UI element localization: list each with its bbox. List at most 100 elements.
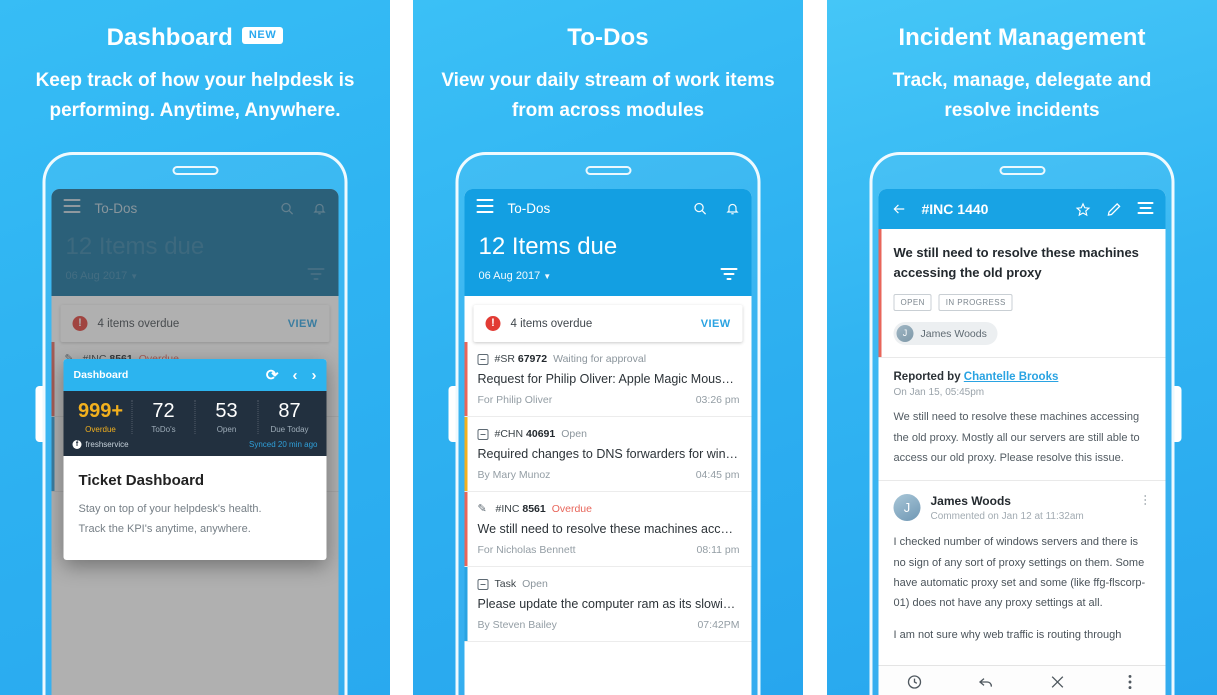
item-time: 04:45 pm: [695, 469, 740, 481]
phone-mockup: To-Dos 12 Items due 06 Aug 2017 ▼ ! 4 it…: [448, 152, 761, 695]
overdue-banner[interactable]: ! 4 items overdue VIEW: [473, 305, 743, 342]
reported-by-section: Reported by Chantelle Brooks On Jan 15, …: [878, 358, 1166, 482]
kpi-value: 53: [215, 400, 238, 422]
kpi-overdue: 999+ Overdue: [70, 400, 133, 434]
more-button[interactable]: MORE: [1094, 674, 1166, 695]
list-item[interactable]: ✎ #INC 8561 Overdue We still need to res…: [464, 492, 752, 567]
item-owner: By Mary Munoz: [477, 469, 551, 481]
hero-incident: Incident Management Track, manage, deleg…: [827, 0, 1217, 127]
reply-button[interactable]: REPLY: [950, 674, 1022, 695]
chevron-right-icon[interactable]: ›: [312, 367, 317, 384]
view-button[interactable]: VIEW: [701, 318, 731, 330]
phone-speaker: [999, 166, 1045, 175]
list-item[interactable]: #SR 67972 Waiting for approval Request f…: [464, 342, 752, 417]
todo-list: ! 4 items overdue VIEW #SR 67972 Waiting…: [464, 305, 752, 642]
avatar: J: [896, 325, 914, 343]
hero-subtitle: Track, manage, delegate and resolve inci…: [892, 70, 1152, 122]
brand-logo: f freshservice: [72, 440, 129, 449]
list-icon[interactable]: [1137, 201, 1154, 217]
phone-side-button: [35, 386, 43, 442]
kpi-label: Overdue: [85, 425, 116, 434]
pencil-icon[interactable]: [1107, 202, 1122, 217]
item-title: Request for Philip Oliver: Apple Magic M…: [477, 372, 740, 386]
hero-subtitle: View your daily stream of work items fro…: [441, 70, 775, 122]
panel-todos: To-Dos View your daily stream of work it…: [413, 0, 803, 695]
chevron-left-icon[interactable]: ‹: [293, 367, 298, 384]
incident-id: #INC 1440: [921, 201, 989, 217]
promo-description: Stay on top of your helpdesk's health. T…: [79, 499, 312, 540]
promo-body: Ticket Dashboard Stay on top of your hel…: [64, 456, 327, 560]
promo-line-1: Stay on top of your helpdesk's health.: [78, 503, 262, 515]
comment-paragraph-1: I checked number of windows servers and …: [893, 536, 1146, 610]
status-chips: OPEN IN PROGRESS: [893, 294, 1152, 312]
bell-icon[interactable]: [726, 201, 740, 216]
item-time: 07:42PM: [697, 619, 740, 631]
item-status: Open: [561, 428, 587, 440]
phone-screen: To-Dos 12 Items due 06 Aug 2017 ▼ ! 4 it…: [51, 189, 339, 695]
phone-screen: To-Dos 12 Items due 06 Aug 2017 ▼ ! 4 it…: [464, 189, 752, 695]
promo-heading: Ticket Dashboard: [78, 472, 205, 489]
comment-body: I checked number of windows servers and …: [894, 532, 1152, 645]
hero-subtitle: Keep track of how your helpdesk is perfo…: [35, 70, 355, 122]
hero-todos: To-Dos View your daily stream of work it…: [413, 0, 803, 127]
kpi-value: 999+: [77, 400, 124, 422]
incident-summary: We still need to resolve these machines …: [878, 229, 1166, 359]
promo-header: Dashboard ⟳ ‹ ›: [63, 359, 327, 391]
refresh-icon[interactable]: ⟳: [266, 366, 279, 384]
square-minus-icon: [477, 353, 489, 365]
more-vertical-icon: [1094, 674, 1166, 690]
back-arrow-icon[interactable]: [891, 202, 908, 216]
promo-title: Dashboard: [73, 369, 129, 381]
reporter-link[interactable]: Chantelle Brooks: [964, 371, 1059, 383]
kpi-value: 72: [152, 400, 175, 422]
add-time-button[interactable]: ADD TIME: [879, 674, 951, 695]
panel-incident-management: Incident Management Track, manage, deleg…: [827, 0, 1217, 695]
date-label: 06 Aug 2017: [478, 269, 541, 282]
item-owner: For Philip Oliver: [477, 394, 553, 406]
assignee-pill[interactable]: J James Woods: [893, 322, 998, 346]
chevron-down-icon: ▼: [543, 271, 552, 281]
kpi-label: Due Today: [270, 425, 309, 434]
comment-paragraph-2: I am not sure why web traffic is routing…: [893, 628, 1122, 641]
list-item[interactable]: Task Open Please update the computer ram…: [464, 567, 752, 642]
app-bar: To-Dos 12 Items due 06 Aug 2017 ▼: [464, 189, 752, 296]
promo-line-2: Track the KPI's anytime, anywhere.: [78, 523, 251, 536]
close-x-icon: [1022, 674, 1094, 690]
reported-date: On Jan 15, 05:45pm: [893, 387, 985, 399]
close-ticket-button[interactable]: CLOSE TICKET: [1022, 674, 1094, 695]
kpi-value: 87: [278, 400, 301, 422]
kpi-label: ToDo's: [151, 425, 176, 434]
hamburger-icon[interactable]: [476, 199, 494, 217]
item-title: Please update the computer ram as its sl…: [477, 597, 740, 611]
comment-section: J James Woods Commented on Jan 12 at 11:…: [879, 481, 1166, 657]
item-owner: For Nicholas Bennett: [477, 544, 576, 556]
promo-footer: f freshservice Synced 20 min ago: [63, 436, 327, 456]
status-chip-in-progress[interactable]: IN PROGRESS: [938, 294, 1013, 312]
item-time: 03:26 pm: [695, 394, 740, 406]
list-item[interactable]: #CHN 40691 Open Required changes to DNS …: [464, 417, 752, 492]
item-id: #INC 8561: [495, 503, 546, 515]
alert-icon: !: [485, 316, 501, 331]
pin-icon: ✎: [477, 502, 487, 515]
kpi-due-today: 87 Due Today: [259, 400, 321, 434]
item-id: #SR 67972: [494, 353, 548, 365]
reply-arrow-icon: [950, 674, 1022, 690]
phone-side-button: [1174, 386, 1182, 442]
reported-by-line: Reported by Chantelle Brooks: [894, 371, 1152, 383]
item-status: Overdue: [551, 503, 592, 515]
items-due-count: 12 Items due: [478, 233, 618, 260]
date-selector[interactable]: 06 Aug 2017 ▼: [479, 270, 552, 282]
status-chip-open[interactable]: OPEN: [893, 294, 932, 312]
item-status: Open: [522, 578, 548, 590]
incident-subject: We still need to resolve these machines …: [893, 245, 1139, 281]
square-minus-icon: [477, 578, 489, 590]
item-title: Required changes to DNS forwarders for w…: [477, 447, 740, 461]
filter-icon[interactable]: [720, 268, 738, 283]
brand-name: freshservice: [85, 440, 129, 449]
incident-description: We still need to resolve these machines …: [893, 411, 1140, 464]
more-vertical-icon[interactable]: ⋯: [1139, 494, 1153, 507]
phone-screen: #INC 1440 We still need to resolve these…: [878, 189, 1166, 695]
square-minus-icon: [477, 428, 489, 440]
star-icon[interactable]: [1075, 202, 1091, 217]
search-icon[interactable]: [693, 201, 708, 216]
